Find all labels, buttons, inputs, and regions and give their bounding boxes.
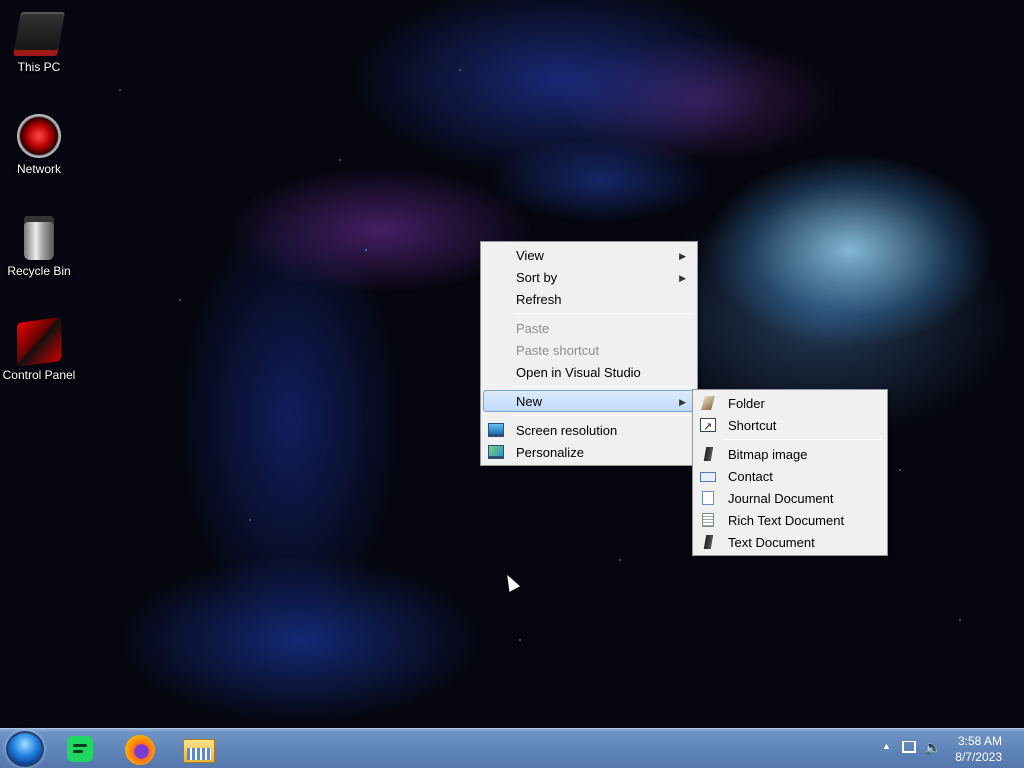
submenu-item-folder[interactable]: Folder [695,392,885,414]
this-pc-icon [13,12,65,56]
desktop-icon-label: Recycle Bin [7,264,71,278]
submenu-item-bitmap-image[interactable]: Bitmap image [695,443,885,465]
network-icon [17,114,61,158]
taskbar-app-file-explorer[interactable] [180,732,216,766]
menu-item-label: Paste shortcut [516,343,600,358]
desktop-icon-label: Network [16,162,61,176]
taskbar: ▲ 🔈 3:58 AM 8/7/2023 [0,728,1024,768]
file-explorer-icon [183,739,215,763]
journal-icon [702,491,714,505]
menu-item-paste-shortcut: Paste shortcut [483,339,695,361]
menu-item-label: Refresh [516,292,562,307]
submenu-arrow-icon: ▶ [679,251,686,261]
submenu-item-rich-text-document[interactable]: Rich Text Document [695,509,885,531]
submenu-arrow-icon: ▶ [679,273,686,283]
menu-item-view[interactable]: View ▶ [483,244,695,266]
start-button[interactable] [6,731,44,767]
contact-icon [700,472,716,482]
network-status-icon[interactable] [902,741,916,753]
new-submenu: Folder Shortcut Bitmap image Contact Jou… [692,389,888,556]
menu-item-open-in-visual-studio[interactable]: Open in Visual Studio [483,361,695,383]
menu-item-new[interactable]: New ▶ [483,390,695,412]
desktop-icon-network[interactable]: Network [0,114,78,176]
control-panel-icon [17,316,61,368]
menu-item-personalize[interactable]: Personalize [483,441,695,463]
menu-item-label: Paste [516,321,550,336]
menu-item-label: Sort by [516,270,558,285]
system-tray: ▲ 🔈 3:58 AM 8/7/2023 [864,729,1024,768]
menu-item-label: Shortcut [728,418,777,433]
desktop-icon-recycle-bin[interactable]: Recycle Bin [0,216,78,278]
text-document-icon [703,535,714,549]
rich-text-icon [702,513,714,527]
folder-icon [701,396,715,410]
taskbar-app-firefox[interactable] [122,732,158,766]
submenu-item-text-document[interactable]: Text Document [695,531,885,553]
menu-item-label: New [516,394,543,409]
mouse-cursor-icon [501,572,521,592]
firefox-icon [125,735,155,765]
desktop-icon-control-panel[interactable]: Control Panel [0,316,78,382]
menu-item-label: Rich Text Document [728,513,845,528]
submenu-item-journal-document[interactable]: Journal Document [695,487,885,509]
clock-date: 8/7/2023 [955,750,1002,764]
menu-item-paste: Paste [483,317,695,339]
menu-item-label: Folder [728,396,765,411]
shortcut-icon [700,416,716,438]
menu-item-label: View [516,248,544,263]
menu-separator [513,313,693,314]
menu-item-label: Screen resolution [516,423,618,438]
bitmap-icon [703,447,714,461]
menu-item-label: Text Document [728,535,815,550]
submenu-arrow-icon: ▶ [679,397,686,407]
menu-separator [513,386,693,387]
menu-item-sort-by[interactable]: Sort by ▶ [483,266,695,288]
submenu-item-shortcut[interactable]: Shortcut [695,414,885,438]
personalize-icon [488,445,504,459]
menu-item-label: Contact [728,469,773,484]
menu-item-refresh[interactable]: Refresh [483,288,695,310]
menu-item-label: Open in Visual Studio [516,365,641,380]
menu-item-label: Personalize [516,445,584,460]
taskbar-app-spotify[interactable] [62,732,98,766]
desktop-icon-label: Control Panel [2,368,76,382]
menu-item-label: Journal Document [728,491,834,506]
show-hidden-icons-icon[interactable]: ▲ [882,741,891,751]
menu-separator [725,439,883,440]
spotify-icon [67,736,93,762]
desktop-icon-label: This PC [17,60,61,74]
clock[interactable]: 3:58 AM 8/7/2023 [955,733,1002,765]
recycle-bin-icon [24,216,54,260]
volume-icon[interactable]: 🔈 [924,739,941,756]
screen-resolution-icon [488,423,504,437]
submenu-item-contact[interactable]: Contact [695,465,885,487]
menu-item-label: Bitmap image [728,447,808,462]
menu-item-screen-resolution[interactable]: Screen resolution [483,419,695,441]
desktop-icon-this-pc[interactable]: This PC [0,12,78,74]
menu-separator [513,415,693,416]
clock-time: 3:58 AM [957,734,1002,748]
desktop-context-menu: View ▶ Sort by ▶ Refresh Paste Paste sho… [480,241,698,466]
